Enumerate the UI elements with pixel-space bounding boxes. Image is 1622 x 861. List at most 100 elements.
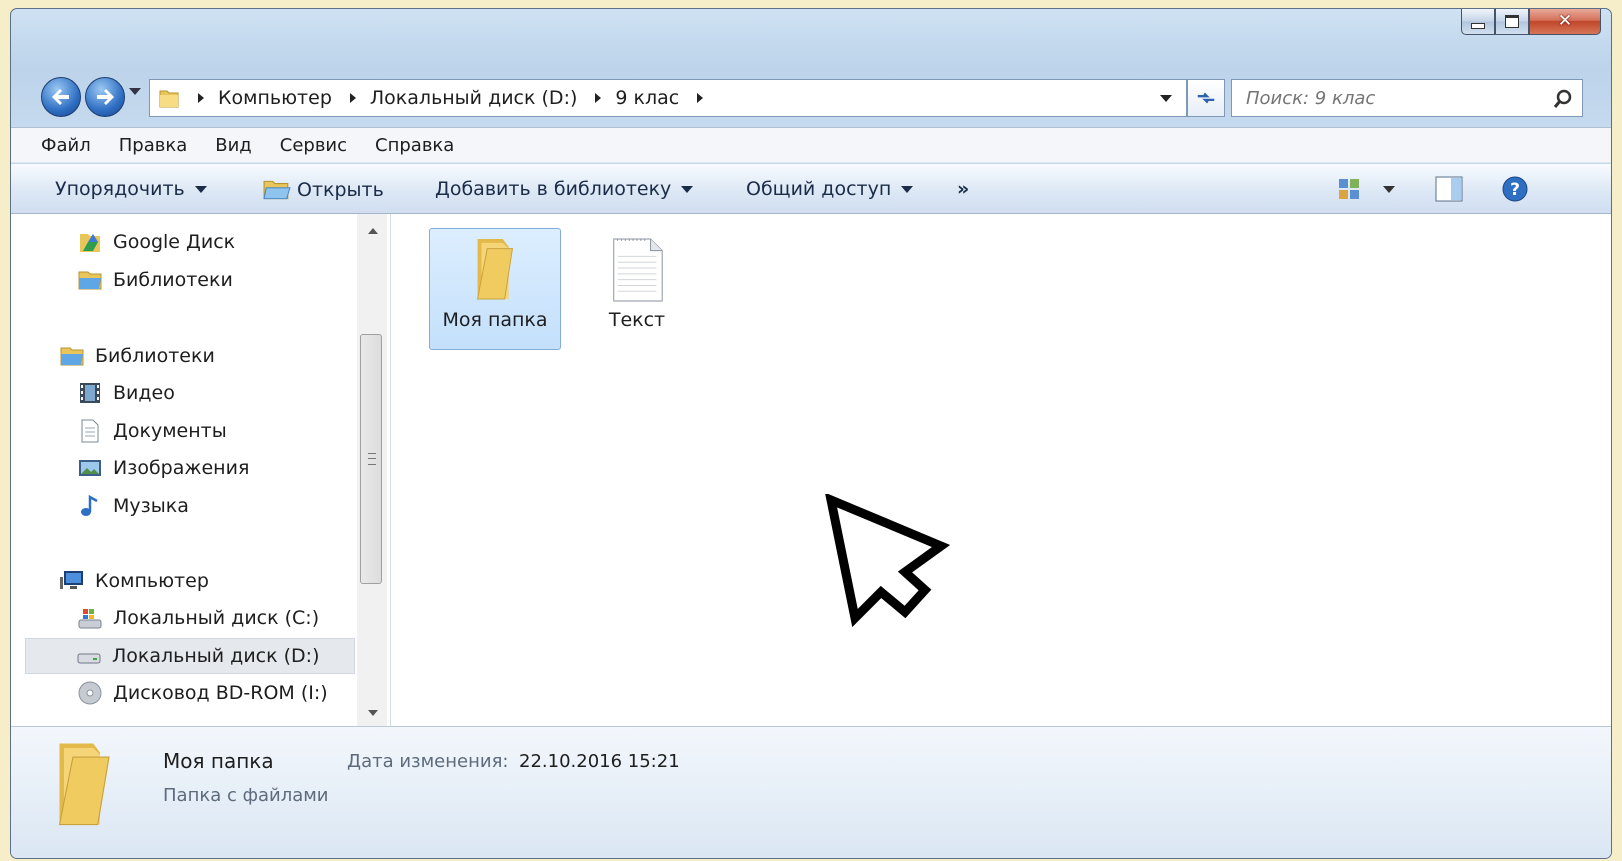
scroll-up-arrow[interactable] xyxy=(368,228,378,234)
open-label: Открыть xyxy=(297,179,384,201)
pictures-icon xyxy=(79,460,101,476)
tree-item-computer[interactable]: Компьютер xyxy=(59,563,209,599)
view-options-dropdown[interactable] xyxy=(1383,186,1395,193)
details-item-type: Папка с файлами xyxy=(163,785,329,806)
tree-item-bd-rom[interactable]: Дисковод BD-ROM (I:) xyxy=(77,675,328,711)
organize-button[interactable]: Упорядочить xyxy=(55,178,207,200)
library-icon xyxy=(60,347,84,366)
nav-pane-scrollbar[interactable] xyxy=(357,214,387,726)
tree-item-label: Локальный диск (C:) xyxy=(113,607,320,629)
search-icon[interactable] xyxy=(1552,88,1574,110)
address-bar[interactable]: Компьютер Локальный диск (D:) 9 клас xyxy=(149,79,1187,117)
file-item-label: Текст xyxy=(608,309,666,331)
tree-item-music[interactable]: Музыка xyxy=(77,488,189,524)
music-icon xyxy=(81,494,98,516)
tree-item-label: Музыка xyxy=(113,495,189,517)
chevron-down-icon xyxy=(194,185,207,193)
open-folder-icon xyxy=(263,180,291,200)
recent-pages-dropdown[interactable] xyxy=(129,88,141,95)
scrollbar-thumb[interactable] xyxy=(360,334,382,584)
close-icon: ✕ xyxy=(1557,11,1573,31)
menu-edit[interactable]: Правка xyxy=(119,135,188,156)
video-icon xyxy=(80,383,100,403)
minimize-button[interactable] xyxy=(1461,9,1495,35)
share-button[interactable]: Общий доступ xyxy=(746,178,914,200)
details-item-name: Моя папка xyxy=(163,749,274,773)
more-commands-button[interactable]: » xyxy=(957,178,969,200)
organize-label: Упорядочить xyxy=(55,178,185,200)
breadcrumb-separator[interactable] xyxy=(349,93,356,103)
share-label: Общий доступ xyxy=(746,178,892,200)
preview-pane-icon[interactable] xyxy=(1435,176,1463,202)
mouse-pointer-icon xyxy=(825,494,951,628)
chevron-down-icon xyxy=(901,185,914,193)
breadcrumb-separator[interactable] xyxy=(595,93,602,103)
search-input[interactable] xyxy=(1244,86,1538,110)
file-item-folder[interactable]: Моя папка xyxy=(429,228,561,350)
refresh-button[interactable] xyxy=(1187,79,1225,117)
tree-item-pictures[interactable]: Изображения xyxy=(77,450,249,486)
breadcrumb-separator xyxy=(198,93,204,103)
address-dropdown[interactable] xyxy=(1160,95,1172,102)
forward-button[interactable] xyxy=(85,77,125,117)
breadcrumb-drive-d[interactable]: Локальный диск (D:) xyxy=(370,87,578,109)
details-date-value: 22.10.2016 15:21 xyxy=(519,751,680,772)
folder-icon xyxy=(58,743,110,826)
scroll-down-arrow[interactable] xyxy=(368,710,378,716)
tree-item-label: Библиотеки xyxy=(95,345,215,367)
system-drive-icon xyxy=(78,609,102,629)
folder-icon xyxy=(476,238,514,300)
change-view-icon[interactable] xyxy=(1337,177,1361,201)
tree-item-label: Локальный диск (D:) xyxy=(112,645,320,667)
menu-help[interactable]: Справка xyxy=(375,135,454,156)
help-icon[interactable]: ? xyxy=(1501,175,1529,203)
minimize-icon xyxy=(1471,22,1485,29)
tree-item-libraries-favorite[interactable]: Библиотеки xyxy=(77,262,233,298)
breadcrumb-computer[interactable]: Компьютер xyxy=(218,87,332,109)
tree-item-label: Изображения xyxy=(113,457,250,479)
open-button[interactable]: Открыть xyxy=(263,178,384,202)
tree-item-label: Дисковод BD-ROM (I:) xyxy=(113,682,328,704)
command-bar: Упорядочить Открыть Добавить в библиотек… xyxy=(11,164,1611,214)
tree-item-drive-d[interactable]: Локальный диск (D:) xyxy=(25,638,355,674)
tree-item-video[interactable]: Видео xyxy=(77,375,175,411)
file-list[interactable]: Моя папка Текст xyxy=(391,214,1611,726)
menu-bar: Файл Правка Вид Сервис Справка xyxy=(11,127,1611,163)
breadcrumb-9-klas[interactable]: 9 клас xyxy=(615,87,679,109)
folder-icon xyxy=(159,90,179,108)
optical-drive-icon xyxy=(78,681,102,705)
google-drive-icon xyxy=(80,234,100,252)
chevron-down-icon xyxy=(681,185,694,193)
breadcrumb-separator[interactable] xyxy=(697,93,704,103)
arrow-right-icon xyxy=(97,89,114,105)
documents-icon xyxy=(81,419,99,443)
address-row: Компьютер Локальный диск (D:) 9 клас xyxy=(27,73,1597,119)
menu-view[interactable]: Вид xyxy=(215,135,252,156)
grip-icon xyxy=(368,453,376,465)
menu-tools[interactable]: Сервис xyxy=(280,135,347,156)
back-button[interactable] xyxy=(41,77,81,117)
add-to-library-label: Добавить в библиотеку xyxy=(435,178,672,200)
explorer-window: ✕ Компьютер Локальный диск (D:) 9 клас П… xyxy=(10,8,1612,859)
add-to-library-button[interactable]: Добавить в библиотеку xyxy=(435,178,694,200)
tree-item-label: Видео xyxy=(113,382,175,404)
tree-item-label: Компьютер xyxy=(95,570,209,592)
tree-item-google-drive[interactable]: Google Диск xyxy=(77,224,235,260)
tree-item-libraries[interactable]: Библиотеки xyxy=(59,338,215,374)
refresh-icon xyxy=(1197,92,1215,104)
text-file-icon xyxy=(613,238,663,302)
library-icon xyxy=(78,271,102,290)
file-item-label: Моя папка xyxy=(442,309,548,331)
svg-text:?: ? xyxy=(1510,180,1520,200)
tree-item-label: Документы xyxy=(113,420,227,442)
file-item-text[interactable]: Текст xyxy=(571,228,703,350)
close-button[interactable]: ✕ xyxy=(1529,9,1601,35)
maximize-icon xyxy=(1505,15,1519,28)
drive-icon xyxy=(77,653,101,664)
window-controls: ✕ xyxy=(1461,9,1601,35)
tree-item-documents[interactable]: Документы xyxy=(77,413,227,449)
maximize-button[interactable] xyxy=(1495,9,1529,35)
menu-file[interactable]: Файл xyxy=(41,135,91,156)
search-box[interactable] xyxy=(1231,79,1583,117)
tree-item-drive-c[interactable]: Локальный диск (C:) xyxy=(77,600,319,636)
